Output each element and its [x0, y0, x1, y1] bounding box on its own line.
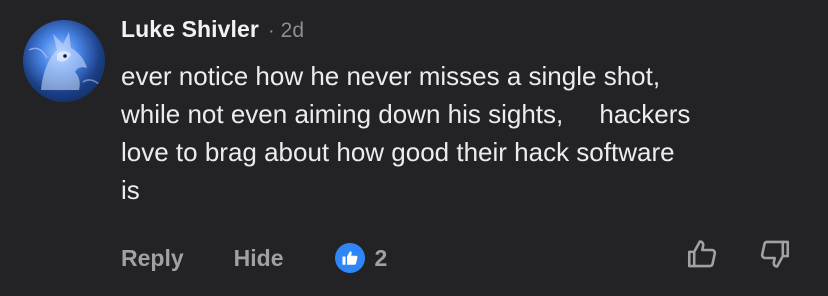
comment: Luke Shivler · 2d ever notice how he nev…	[0, 0, 828, 296]
reply-button[interactable]: Reply	[121, 245, 184, 272]
reaction-summary[interactable]: 2	[335, 243, 387, 273]
thumbs-down-outline-icon	[758, 237, 792, 276]
author-name[interactable]: Luke Shivler	[121, 16, 259, 43]
avatar[interactable]	[23, 20, 105, 102]
thumbs-up-icon	[335, 243, 366, 273]
thumbs-up-outline-icon	[685, 237, 719, 276]
downvote-button[interactable]	[755, 236, 795, 276]
like-count: 2	[374, 244, 388, 271]
upvote-button[interactable]	[682, 236, 722, 276]
comment-text: ever notice how he never misses a single…	[121, 61, 691, 205]
comment-age: 2d	[280, 19, 305, 42]
separator-dot: ·	[267, 20, 275, 42]
comment-actions: Reply Hide 2	[121, 238, 387, 278]
comment-header: Luke Shivler · 2d	[121, 16, 304, 50]
hide-button[interactable]: Hide	[234, 245, 284, 272]
